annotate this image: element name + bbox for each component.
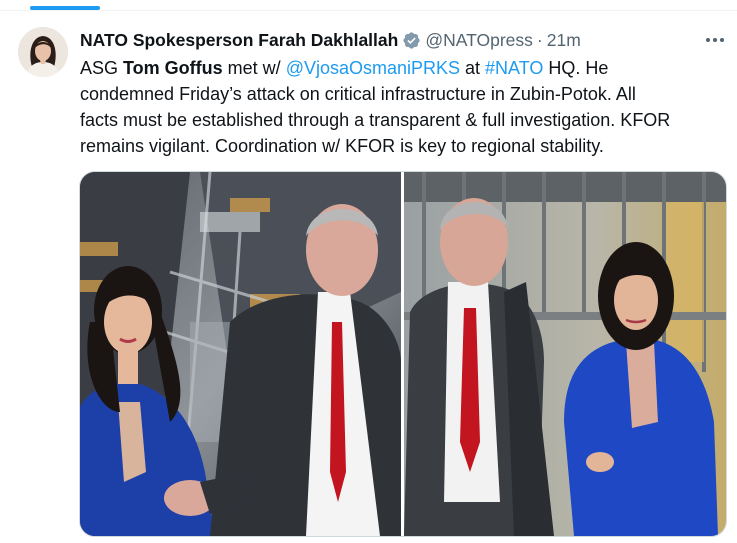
author-avatar[interactable] (18, 27, 68, 77)
separator-dot: · (536, 29, 543, 50)
tweet-header: NATO Spokesperson Farah Dakhlallah @NATO… (80, 28, 581, 52)
author-handle[interactable]: @NATOpress (425, 30, 533, 51)
hashtag-link[interactable]: #NATO (485, 58, 543, 78)
mention-link[interactable]: @VjosaOsmaniPRKS (286, 58, 460, 78)
media-gallery (79, 171, 727, 537)
more-options-icon[interactable] (703, 30, 727, 50)
author-name[interactable]: NATO Spokesperson Farah Dakhlallah (80, 30, 398, 51)
tweet-text-line-4: remains vigilant. Coordination w/ KFOR i… (80, 136, 604, 156)
tweet-text-line-3: facts must be established through a tran… (80, 110, 671, 130)
divider (0, 10, 737, 11)
photo-image (80, 172, 401, 536)
photo-handshake[interactable] (80, 172, 401, 536)
text-segment: at (460, 58, 486, 78)
tweet-text: ASG Tom Goffus met w/ @VjosaOsmaniPRKS a… (80, 55, 730, 159)
mentioned-name: Tom Goffus (123, 58, 223, 78)
tweet-text-line-1: ASG Tom Goffus met w/ @VjosaOsmaniPRKS a… (80, 55, 730, 81)
text-segment: HQ. He (543, 58, 609, 78)
timestamp[interactable]: 21m (547, 30, 581, 51)
text-segment: ASG (80, 58, 124, 78)
text-segment: met w/ (222, 58, 286, 78)
photo-image (404, 172, 726, 536)
tweet-text-line-2: condemned Friday’s attack on critical in… (80, 84, 636, 104)
verified-badge-icon[interactable] (402, 31, 421, 50)
portrait-avatar-icon (18, 27, 68, 77)
photo-walking[interactable] (404, 172, 726, 536)
